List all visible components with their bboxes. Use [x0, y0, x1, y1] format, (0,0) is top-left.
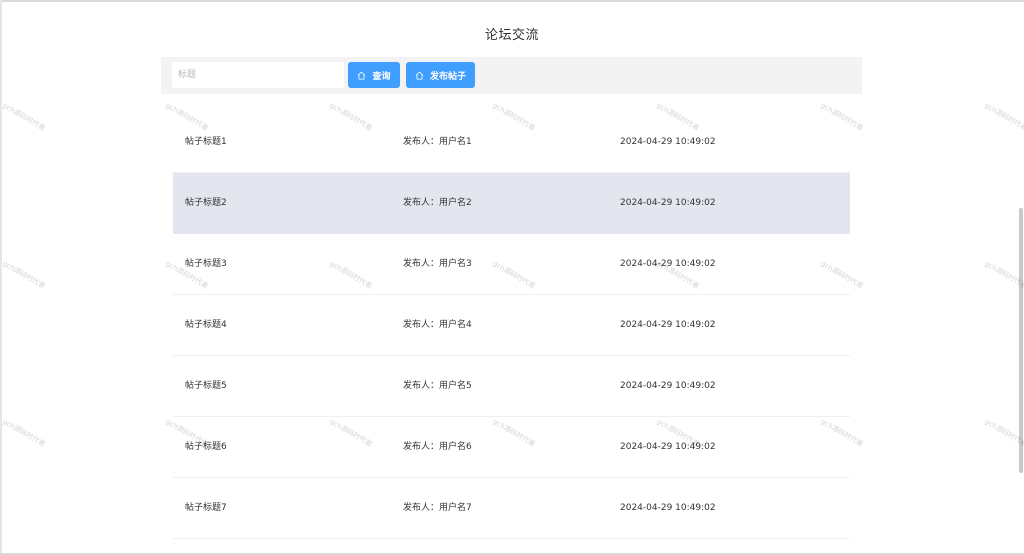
- post-title: 帖子标题2: [185, 198, 227, 208]
- page-title: 论坛交流: [484, 28, 539, 43]
- post-row[interactable]: 帖子标题1 发布人：用户名1 2024-04-29 10:49:02: [173, 112, 850, 173]
- post-title: 帖子标题5: [185, 381, 227, 391]
- publish-post-button-label: 发布帖子: [429, 71, 466, 82]
- watermark-text: gch源码时代者: [1, 259, 47, 291]
- post-title: 帖子标题7: [185, 503, 227, 513]
- post-row[interactable]: 帖子标题3 发布人：用户名3 2024-04-29 10:49:02: [173, 234, 850, 295]
- watermark-text: gch源码时代者: [1, 101, 47, 133]
- page-scrollbar-thumb[interactable]: [1019, 208, 1023, 473]
- search-button-label: 查询: [372, 71, 391, 82]
- post-list: 帖子标题1 发布人：用户名1 2024-04-29 10:49:02 帖子标题2…: [173, 112, 850, 539]
- post-row[interactable]: 帖子标题6 发布人：用户名6 2024-04-29 10:49:02: [173, 417, 850, 478]
- post-author: 发布人：用户名6: [403, 442, 472, 452]
- post-author: 发布人：用户名1: [403, 137, 472, 147]
- window-top-border: [0, 0, 1024, 2]
- post-row[interactable]: 帖子标题5 发布人：用户名5 2024-04-29 10:49:02: [173, 356, 850, 417]
- publish-post-button[interactable]: 发布帖子: [406, 62, 475, 88]
- post-author: 发布人：用户名4: [403, 320, 472, 330]
- post-row[interactable]: 帖子标题2 发布人：用户名2 2024-04-29 10:49:02: [173, 173, 850, 234]
- home-icon: [357, 71, 366, 80]
- post-title: 帖子标题6: [185, 442, 227, 452]
- search-toolbar: 查询 发布帖子: [161, 57, 862, 94]
- post-author: 发布人：用户名2: [403, 198, 472, 208]
- post-time: 2024-04-29 10:49:02: [620, 137, 716, 147]
- post-author: 发布人：用户名5: [403, 381, 472, 391]
- post-author: 发布人：用户名3: [403, 259, 472, 269]
- window-left-border: [0, 0, 2, 555]
- watermark-text: gch源码时代者: [1, 417, 47, 449]
- post-time: 2024-04-29 10:49:02: [620, 320, 716, 330]
- post-title: 帖子标题1: [185, 137, 227, 147]
- search-button[interactable]: 查询: [348, 62, 400, 88]
- post-time: 2024-04-29 10:49:02: [620, 442, 716, 452]
- post-time: 2024-04-29 10:49:02: [620, 198, 716, 208]
- post-row[interactable]: 帖子标题7 发布人：用户名7 2024-04-29 10:49:02: [173, 478, 850, 539]
- post-row[interactable]: 帖子标题4 发布人：用户名4 2024-04-29 10:49:02: [173, 295, 850, 356]
- search-input[interactable]: [172, 62, 344, 88]
- post-time: 2024-04-29 10:49:02: [620, 259, 716, 269]
- post-title: 帖子标题3: [185, 259, 227, 269]
- post-author: 发布人：用户名7: [403, 503, 472, 513]
- post-time: 2024-04-29 10:49:02: [620, 381, 716, 391]
- post-title: 帖子标题4: [185, 320, 227, 330]
- home-icon: [415, 71, 424, 80]
- post-time: 2024-04-29 10:49:02: [620, 503, 716, 513]
